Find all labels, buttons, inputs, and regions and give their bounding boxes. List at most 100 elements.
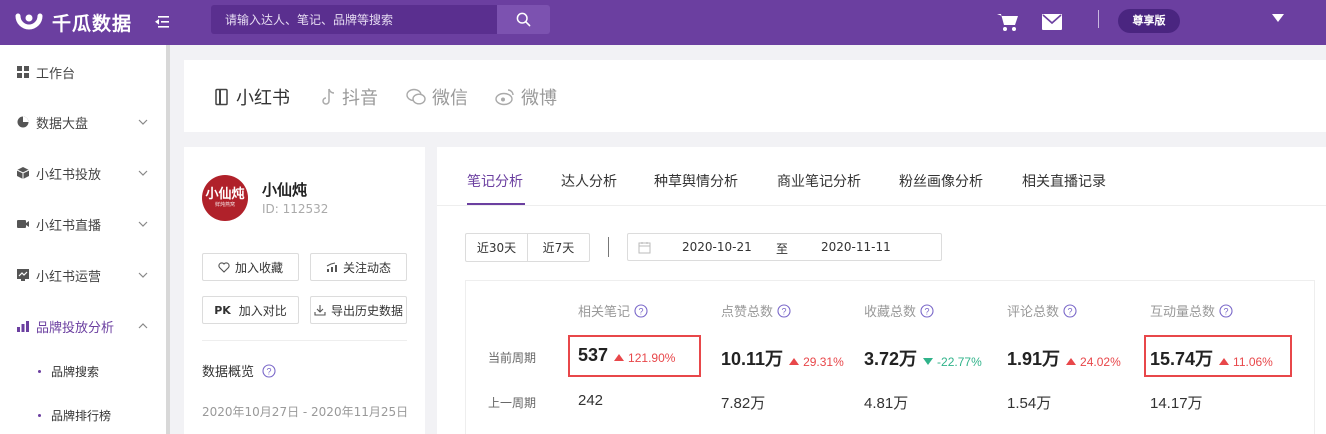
- tab-weibo[interactable]: 微博: [495, 85, 557, 109]
- sidebar-item-data-dashboard[interactable]: 数据大盘: [0, 100, 166, 144]
- tab-label: 小红书: [236, 88, 290, 109]
- tab-commercial-note-analysis[interactable]: 商业笔记分析: [777, 171, 861, 205]
- tab-note-analysis[interactable]: 笔记分析: [467, 171, 523, 205]
- help-icon[interactable]: ?: [777, 303, 791, 318]
- book-icon: [215, 88, 228, 106]
- range-30-days-button[interactable]: 近30天: [466, 234, 527, 261]
- sidebar-item-xhs-operation[interactable]: 小红书运营: [0, 253, 166, 297]
- change-value: 24.02%: [1080, 354, 1121, 369]
- analysis-panel: 笔记分析 达人分析 种草舆情分析 商业笔记分析 粉丝画像分析 相关直播记录 近3…: [437, 147, 1326, 434]
- previous-comments: 1.54万: [1007, 395, 1052, 412]
- help-icon[interactable]: ?: [920, 303, 934, 318]
- search-button[interactable]: [497, 5, 550, 34]
- bar-chart-icon: [17, 321, 29, 332]
- logo-text: 千瓜数据: [52, 13, 133, 35]
- box-icon: [16, 167, 30, 179]
- sidebar-item-xhs-placement[interactable]: 小红书投放: [0, 151, 166, 195]
- pie-icon: [17, 116, 29, 128]
- sidebar-subitem-label: 品牌搜索: [51, 364, 100, 379]
- overview-date-range: 2020年10月27日 - 2020年11月25日: [202, 405, 409, 419]
- sidebar-item-workbench[interactable]: 工作台: [0, 50, 166, 94]
- end-date: 2020-11-11: [821, 240, 891, 254]
- arrow-up-icon: [1066, 358, 1077, 365]
- add-compare-button[interactable]: PK 加入对比: [202, 296, 299, 324]
- tab-douyin[interactable]: 抖音: [322, 85, 378, 109]
- range-7-days-button[interactable]: 近7天: [527, 234, 589, 261]
- data-overview-label: 数据概览: [202, 365, 255, 380]
- previous-likes: 7.82万: [721, 395, 766, 412]
- change-value: -22.77%: [937, 354, 982, 369]
- platform-tabs: 小红书 抖音 微信 微博: [184, 60, 1326, 132]
- avatar: 小仙炖 鲜炖燕窝: [202, 175, 248, 221]
- menu-collapse-icon[interactable]: [153, 12, 173, 32]
- current-likes: 10.11万 29.31%: [721, 345, 844, 371]
- start-date: 2020-10-21: [682, 240, 752, 254]
- sidebar-subitem-label: 品牌排行榜: [51, 408, 112, 423]
- sidebar-item-label: 小红书运营: [36, 269, 102, 285]
- tab-influencer-analysis[interactable]: 达人分析: [561, 171, 617, 205]
- sidebar-scrollbar[interactable]: [166, 45, 170, 434]
- svg-text:?: ?: [1224, 306, 1229, 316]
- weibo-icon: [495, 89, 514, 106]
- vip-badge[interactable]: 尊享版: [1118, 9, 1180, 33]
- brand-name: 小仙炖: [262, 181, 308, 199]
- svg-text:?: ?: [925, 306, 930, 316]
- cart-icon[interactable]: [996, 11, 1020, 33]
- button-label: 导出历史数据: [330, 303, 403, 318]
- divider: [608, 237, 609, 257]
- chevron-down-icon: [138, 119, 148, 125]
- tab-sentiment-analysis[interactable]: 种草舆情分析: [654, 171, 738, 205]
- chart-icon: [17, 269, 29, 281]
- help-icon[interactable]: ?: [1063, 303, 1077, 318]
- video-icon: [17, 220, 29, 228]
- tab-live-records[interactable]: 相关直播记录: [1022, 171, 1106, 205]
- change-indicator: -22.77%: [923, 355, 982, 369]
- sidebar-subitem-brand-search[interactable]: 品牌搜索: [0, 351, 166, 391]
- search-input[interactable]: [211, 5, 497, 34]
- sidebar-subitem-brand-ranking[interactable]: 品牌排行榜: [0, 395, 166, 434]
- previous-interactions: 14.17万: [1150, 395, 1203, 412]
- date-separator: 至: [776, 242, 789, 256]
- sidebar-item-xhs-live[interactable]: 小红书直播: [0, 202, 166, 246]
- help-icon[interactable]: ?: [262, 363, 276, 378]
- tab-wechat[interactable]: 微信: [406, 85, 468, 109]
- follow-updates-button[interactable]: 关注动态: [310, 253, 407, 281]
- heart-icon: [218, 261, 230, 273]
- export-history-button[interactable]: 导出历史数据: [310, 296, 407, 324]
- add-favorite-button[interactable]: 加入收藏: [202, 253, 299, 281]
- metric-header-likes: 点赞总数 ?: [721, 301, 791, 320]
- button-label: 关注动态: [342, 260, 391, 275]
- svg-text:?: ?: [639, 306, 644, 316]
- mail-icon[interactable]: [1042, 14, 1062, 30]
- top-divider: [1098, 10, 1099, 28]
- metric-value: 3.72万: [864, 349, 918, 369]
- tab-divider: [437, 205, 1326, 206]
- help-icon[interactable]: ?: [1219, 303, 1233, 318]
- help-icon[interactable]: ?: [634, 303, 648, 318]
- metric-label: 收藏总数: [864, 305, 917, 320]
- sidebar-item-brand-analysis[interactable]: 品牌投放分析: [0, 304, 166, 348]
- chevron-down-icon[interactable]: [1272, 14, 1284, 22]
- data-overview-heading: 数据概览 ?: [202, 361, 276, 380]
- logo-icon: [15, 13, 43, 30]
- top-bar: 千瓜数据 尊享版: [0, 0, 1326, 45]
- brand-profile-card: 小仙炖 鲜炖燕窝 小仙炖 ID: 112532 加入收藏 关注动态 PK 加入对…: [184, 147, 425, 434]
- bullet-icon: [38, 369, 41, 373]
- date-range-picker[interactable]: 2020-10-21 至 2020-11-11: [627, 233, 942, 261]
- bullet-icon: [38, 413, 41, 417]
- button-label: 加入对比: [238, 303, 287, 318]
- quick-range-group: 近30天 近7天: [465, 233, 590, 262]
- download-icon: [314, 305, 326, 316]
- tab-xiaohongshu[interactable]: 小红书: [214, 85, 290, 109]
- sidebar: 工作台 数据大盘 小红书投放 小红书直播 小红书运营 品牌投放分析 品牌搜索 品…: [0, 45, 166, 434]
- change-indicator: 29.31%: [789, 355, 844, 369]
- highlight-box-interactions: [1144, 335, 1292, 377]
- svg-text:?: ?: [1068, 306, 1073, 316]
- tab-label: 微信: [432, 88, 468, 109]
- tab-fan-profile-analysis[interactable]: 粉丝画像分析: [899, 171, 983, 205]
- divider: [202, 340, 407, 341]
- sidebar-item-label: 品牌投放分析: [36, 320, 115, 336]
- svg-text:?: ?: [782, 306, 787, 316]
- metric-label: 评论总数: [1007, 305, 1060, 320]
- previous-collections: 4.81万: [864, 395, 909, 412]
